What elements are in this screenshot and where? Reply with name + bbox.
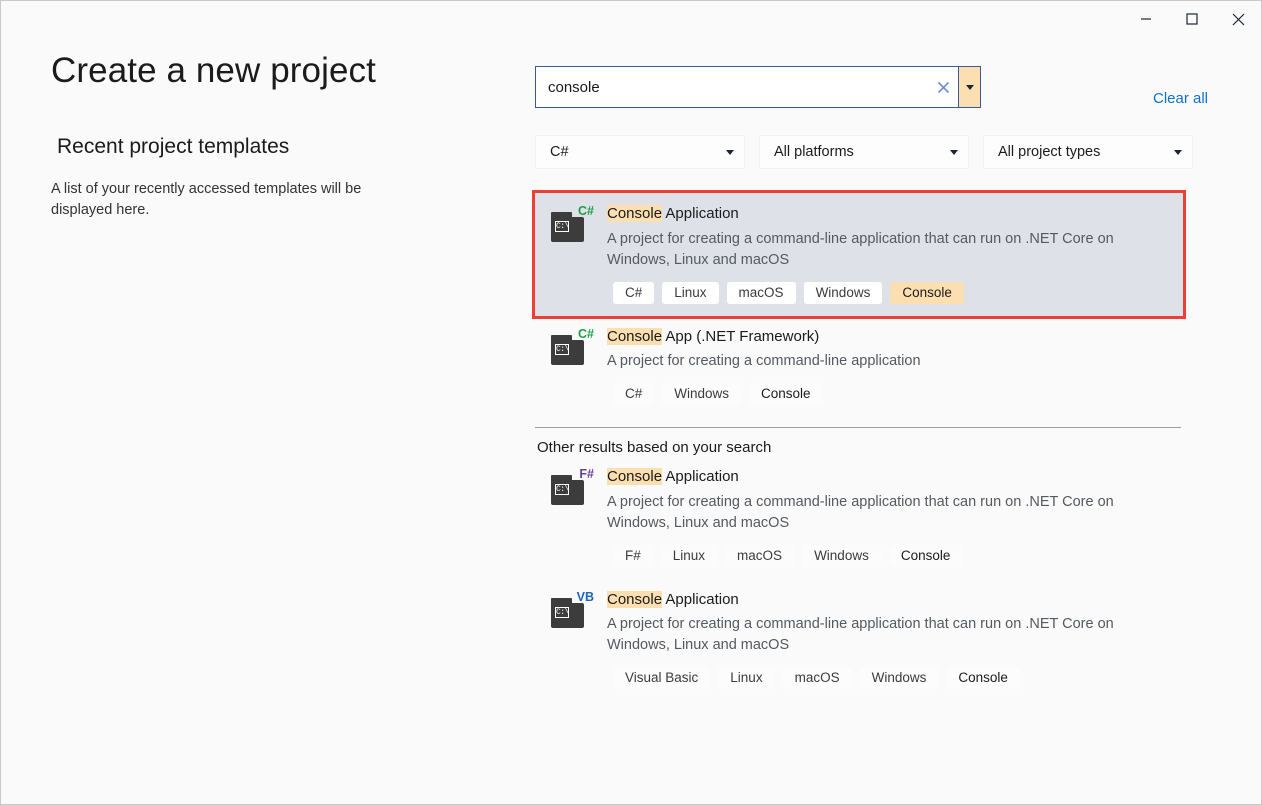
template-list: C:\ C# Console Application A project for cr… <box>535 193 1183 701</box>
primary-results-group: C:\ C# Console Application A project for cr… <box>535 193 1183 417</box>
template-tag: Windows <box>804 282 883 304</box>
template-tag-row: F# Linux macOS Windows Console <box>613 545 1171 567</box>
template-card[interactable]: C:\ F# Console Application A project for cr… <box>535 456 1183 579</box>
template-tag: macOS <box>727 282 796 304</box>
template-tag: Linux <box>661 545 717 567</box>
template-description: A project for creating a command-line ap… <box>607 351 1147 372</box>
search-box[interactable] <box>535 66 981 108</box>
console-project-icon: C:\ F# <box>549 469 593 509</box>
template-description: A project for creating a command-line ap… <box>607 229 1147 271</box>
search-clear-button[interactable] <box>928 67 958 107</box>
template-name-match: Console <box>607 328 662 345</box>
dialog-footer: Back Next <box>1 734 1261 804</box>
template-tag: macOS <box>725 545 794 567</box>
search-history-dropdown-button[interactable] <box>958 67 980 107</box>
command-prompt-glyph: C:\ <box>555 344 569 355</box>
template-card[interactable]: C:\ VB Console Application A project for cr… <box>535 579 1183 702</box>
template-name-match: Console <box>607 591 662 608</box>
template-description: A project for creating a command-line ap… <box>607 492 1147 534</box>
chevron-down-icon <box>950 150 958 155</box>
template-card[interactable]: C:\ C# Console Application A project for cr… <box>535 193 1183 316</box>
project-type-filter-label: All project types <box>998 144 1174 160</box>
template-tag: Windows <box>860 667 939 689</box>
template-tag: Windows <box>662 383 741 405</box>
language-badge: F# <box>578 467 595 482</box>
template-tag: Console <box>890 282 964 304</box>
recent-templates-heading: Recent project templates <box>57 135 501 159</box>
template-description: A project for creating a command-line ap… <box>607 614 1147 656</box>
create-new-project-dialog: Create a new project Recent project temp… <box>0 0 1262 805</box>
command-prompt-glyph: C:\ <box>555 607 569 618</box>
template-tag: Linux <box>718 667 774 689</box>
template-tag: macOS <box>783 667 852 689</box>
chevron-down-icon <box>1174 150 1182 155</box>
close-button[interactable] <box>1215 1 1261 37</box>
template-card-body: Console App (.NET Framework) A project fo… <box>607 326 1171 406</box>
template-name-rest: Application <box>662 205 739 222</box>
language-badge: C# <box>577 327 595 342</box>
template-tag: Console <box>749 383 823 405</box>
template-tag: F# <box>613 545 653 567</box>
language-filter-label: C# <box>550 144 726 160</box>
console-project-icon: C:\ C# <box>549 206 593 246</box>
template-name-rest: Application <box>662 591 739 608</box>
search-input[interactable] <box>536 67 928 107</box>
template-name-match: Console <box>607 468 662 485</box>
template-tag: Console <box>889 545 963 567</box>
right-panel: Clear all C# All platforms All project t… <box>535 1 1215 805</box>
project-type-filter[interactable]: All project types <box>983 135 1193 169</box>
platform-filter[interactable]: All platforms <box>759 135 969 169</box>
template-card-body: Console Application A project for creatin… <box>607 203 1171 304</box>
console-project-icon: C:\ VB <box>549 592 593 632</box>
recent-templates-empty-text: A list of your recently accessed templat… <box>51 179 391 221</box>
template-tag-row: Visual Basic Linux macOS Windows Console <box>613 667 1171 689</box>
template-tag: Linux <box>662 282 718 304</box>
template-name-rest: Application <box>662 468 739 485</box>
close-icon <box>1232 13 1245 26</box>
page-title: Create a new project <box>51 51 501 91</box>
template-tag: C# <box>613 282 654 304</box>
language-badge: VB <box>576 590 595 605</box>
console-project-icon: C:\ C# <box>549 329 593 369</box>
command-prompt-glyph: C:\ <box>555 484 569 495</box>
template-name: Console Application <box>607 204 1171 224</box>
template-tag: Windows <box>802 545 881 567</box>
language-badge: C# <box>577 204 595 219</box>
platform-filter-label: All platforms <box>774 144 950 160</box>
template-name: Console Application <box>607 467 1171 487</box>
close-icon <box>937 81 950 94</box>
left-panel: Create a new project Recent project temp… <box>51 51 501 221</box>
template-name: Console App (.NET Framework) <box>607 327 1171 347</box>
language-filter[interactable]: C# <box>535 135 745 169</box>
template-tag-row: C# Windows Console <box>613 383 1171 405</box>
template-tag: Visual Basic <box>613 667 710 689</box>
template-card[interactable]: C:\ C# Console App (.NET Framework) A proje… <box>535 316 1183 418</box>
template-card-body: Console Application A project for creatin… <box>607 589 1171 690</box>
template-tag-row: C# Linux macOS Windows Console <box>613 282 1171 304</box>
chevron-down-icon <box>726 150 734 155</box>
filter-bar: C# All platforms All project types <box>535 135 1215 169</box>
other-results-group: C:\ F# Console Application A project for cr… <box>535 456 1183 701</box>
template-name-match: Console <box>607 205 662 222</box>
template-tag: Console <box>946 667 1020 689</box>
template-tag: C# <box>613 383 654 405</box>
other-results-heading: Other results based on your search <box>537 439 1183 456</box>
results-divider <box>535 427 1181 428</box>
template-card-body: Console Application A project for creatin… <box>607 466 1171 567</box>
clear-all-link[interactable]: Clear all <box>1153 90 1208 107</box>
chevron-down-icon <box>966 85 974 90</box>
template-name: Console Application <box>607 590 1171 610</box>
template-name-rest: App (.NET Framework) <box>662 328 819 345</box>
command-prompt-glyph: C:\ <box>555 221 569 232</box>
